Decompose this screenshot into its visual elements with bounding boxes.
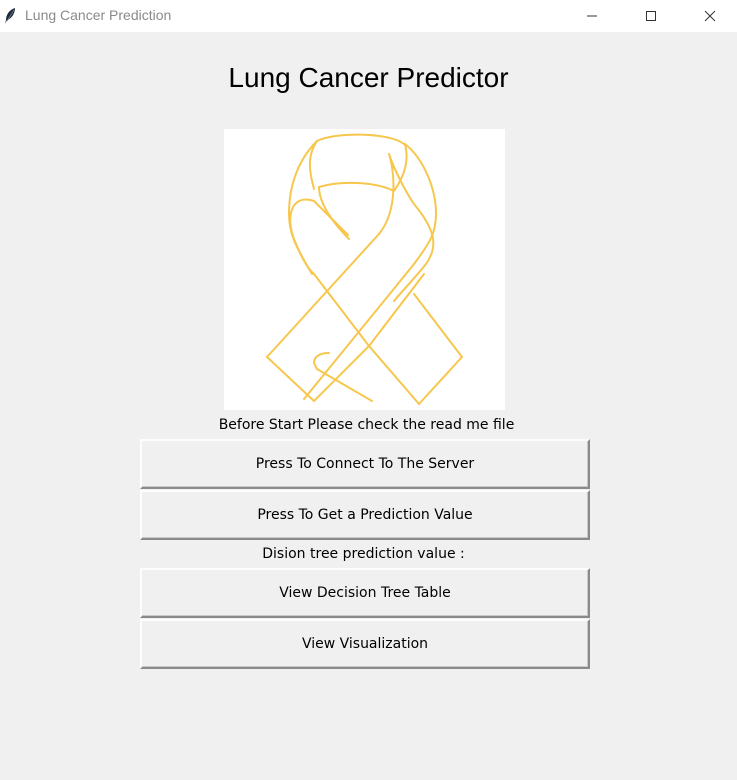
title-bar: Lung Cancer Prediction xyxy=(0,0,737,32)
maximize-button[interactable] xyxy=(628,0,674,32)
awareness-ribbon-icon xyxy=(266,133,463,405)
readme-note: Before Start Please check the read me fi… xyxy=(218,417,515,433)
ribbon-image xyxy=(224,129,505,410)
window-title: Lung Cancer Prediction xyxy=(25,7,172,23)
get-prediction-button[interactable]: Press To Get a Prediction Value xyxy=(140,490,590,540)
page-title: Lung Cancer Predictor xyxy=(228,62,509,93)
view-decision-tree-table-button[interactable]: View Decision Tree Table xyxy=(140,568,590,618)
feather-icon xyxy=(4,7,18,25)
prediction-value-label: Dision tree prediction value : xyxy=(262,546,465,562)
view-visualization-button[interactable]: View Visualization xyxy=(140,619,590,669)
close-button[interactable] xyxy=(687,0,733,32)
connect-server-button[interactable]: Press To Connect To The Server xyxy=(140,439,590,489)
minimize-button[interactable] xyxy=(569,0,615,32)
